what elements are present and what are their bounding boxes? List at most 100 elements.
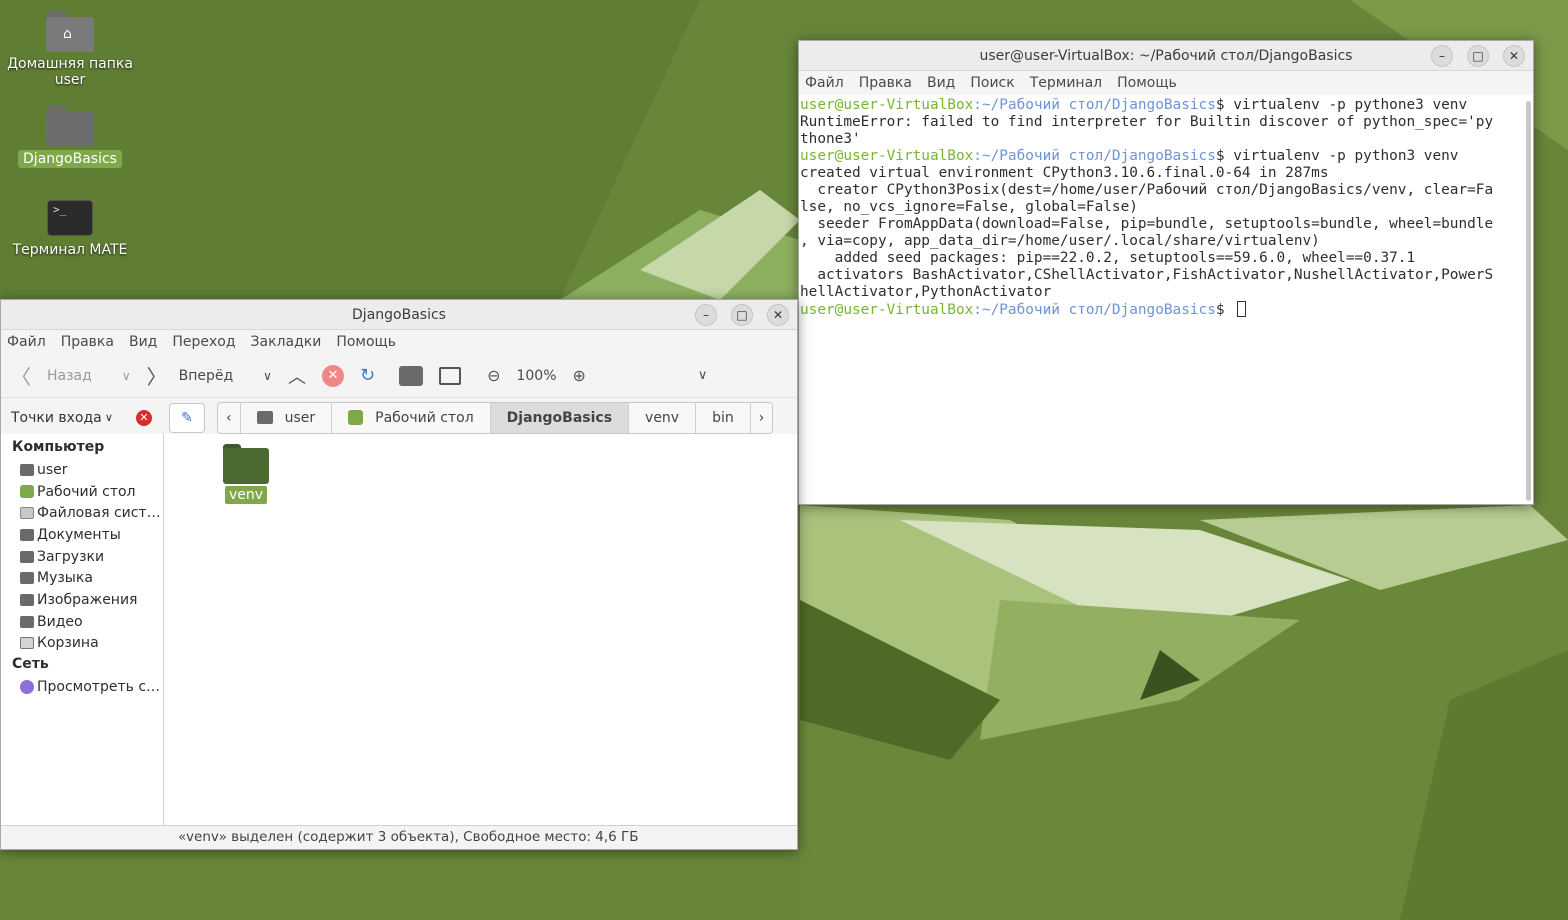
folder-icon <box>20 463 34 476</box>
breadcrumb-venv[interactable]: venv <box>629 402 697 433</box>
reload-button[interactable]: ↻ <box>360 365 375 386</box>
terminal-prompt-line: user@user-VirtualBox:~/Рабочий стол/Djan… <box>800 301 1521 319</box>
zoom-in-icon: ⊕ <box>572 366 586 385</box>
menu-edit[interactable]: Правка <box>61 334 114 350</box>
desktop-icon-home[interactable]: ⌂ Домашняя папка user <box>5 12 135 88</box>
breadcrumb-user[interactable]: user <box>241 402 333 433</box>
status-bar: «venv» выделен (содержит 3 объекта), Сво… <box>1 825 797 849</box>
terminal-output-line: creator CPython3Posix(dest=/home/user/Ра… <box>800 182 1494 198</box>
terminal-icon: >_ <box>47 200 93 236</box>
places-selector[interactable]: Точки входа ∨ ✕ <box>1 409 164 426</box>
terminal-prompt-line: user@user-VirtualBox:~/Рабочий стол/Djan… <box>800 97 1521 114</box>
folder-icon <box>20 528 34 541</box>
sidebar-item-label: Просмотреть с… <box>37 679 161 696</box>
breadcrumb-label: bin <box>712 409 734 426</box>
terminal-output-line: hellActivator,PythonActivator <box>800 284 1052 300</box>
prompt-user: user@user-VirtualBox <box>800 97 974 113</box>
forward-button[interactable]: 〉 Вперёд ∨ <box>147 361 272 390</box>
sidebar-item-label: user <box>37 461 68 478</box>
file-manager-main: Компьютер user Рабочий стол Файловая сис… <box>1 434 797 825</box>
menu-bookmarks[interactable]: Закладки <box>251 334 322 350</box>
prompt-path: :~/Рабочий стол/DjangoBasics <box>973 97 1216 113</box>
terminal-menubar: Файл Правка Вид Поиск Терминал Помощь <box>799 71 1533 95</box>
path-bar-row: Точки входа ∨ ✕ ✎ ‹ user Рабочий стол Dj… <box>1 398 797 438</box>
chevron-down-icon: ∨ <box>263 368 272 383</box>
chevron-up-icon: ︿ <box>287 366 306 388</box>
folder-icon <box>20 550 34 563</box>
sidebar: Компьютер user Рабочий стол Файловая сис… <box>1 434 164 825</box>
maximize-button[interactable]: □ <box>731 304 753 326</box>
computer-button[interactable] <box>439 366 462 385</box>
file-view[interactable]: venv <box>164 434 797 825</box>
zoom-in-button[interactable]: ⊕ <box>573 366 586 385</box>
breadcrumb-bin[interactable]: bin <box>696 402 751 433</box>
sidebar-heading-network: Сеть <box>12 656 49 673</box>
menu-terminal[interactable]: Терминал <box>1030 75 1102 91</box>
sidebar-item-label: Файловая сист… <box>37 505 161 522</box>
desktop-icon-terminal[interactable]: >_ Терминал MATE <box>5 200 135 258</box>
desktop-icon-label: Терминал MATE <box>12 242 128 258</box>
menu-view[interactable]: Вид <box>129 334 157 350</box>
file-manager-window: DjangoBasics – □ ✕ Файл Правка Вид Перех… <box>0 299 798 850</box>
sidebar-item-videos[interactable]: Видео <box>1 611 163 633</box>
minimize-button[interactable]: – <box>695 304 717 326</box>
zoom-out-button[interactable]: ⊖ <box>487 366 500 385</box>
terminal-output[interactable]: user@user-VirtualBox:~/Рабочий стол/Djan… <box>799 97 1521 504</box>
sidebar-item-label: Загрузки <box>37 548 105 565</box>
sidebar-item-music[interactable]: Музыка <box>1 567 163 589</box>
close-button[interactable]: ✕ <box>1503 45 1525 67</box>
up-button[interactable]: ︿ <box>288 363 306 389</box>
back-button[interactable]: 〈 Назад ∨ <box>11 361 131 390</box>
breadcrumb-label: user <box>284 409 316 426</box>
sidebar-item-downloads[interactable]: Загрузки <box>1 546 163 568</box>
terminal-output-line: RuntimeError: failed to find interpreter… <box>800 114 1494 130</box>
sidebar-item-trash[interactable]: Корзина <box>1 633 163 655</box>
terminal-window: user@user-VirtualBox: ~/Рабочий стол/Dja… <box>798 40 1534 505</box>
breadcrumb-scroll-right[interactable]: › <box>751 403 773 433</box>
breadcrumb-desktop[interactable]: Рабочий стол <box>332 402 491 433</box>
menu-help[interactable]: Помощь <box>336 334 396 350</box>
terminal-titlebar[interactable]: user@user-VirtualBox: ~/Рабочий стол/Dja… <box>799 41 1533 71</box>
menu-search[interactable]: Поиск <box>970 75 1014 91</box>
sidebar-item-browse-network[interactable]: Просмотреть с… <box>1 676 163 698</box>
breadcrumb-scroll-left[interactable]: ‹ <box>218 402 241 433</box>
chevron-down-icon: ∨ <box>697 368 708 383</box>
terminal-scrollbar[interactable] <box>1526 101 1531 501</box>
close-sidebar-button[interactable]: ✕ <box>135 409 152 426</box>
breadcrumb-label: DjangoBasics <box>506 409 613 426</box>
trash-icon <box>20 637 34 650</box>
home-button[interactable] <box>399 365 424 386</box>
terminal-output-line: added seed packages: pip==22.0.2, setupt… <box>800 250 1416 266</box>
sidebar-item-filesystem[interactable]: Файловая сист… <box>1 502 163 524</box>
file-item-venv[interactable]: venv <box>222 444 270 504</box>
sidebar-item-user[interactable]: user <box>1 459 163 481</box>
sidebar-item-pictures[interactable]: Изображения <box>1 589 163 611</box>
minimize-button[interactable]: – <box>1431 45 1453 67</box>
toolbar-overflow-button[interactable]: ∨ <box>698 368 708 383</box>
file-manager-titlebar[interactable]: DjangoBasics – □ ✕ <box>1 300 797 330</box>
places-label: Точки входа <box>11 409 102 426</box>
chevron-down-icon: ∨ <box>121 368 131 383</box>
close-button[interactable]: ✕ <box>767 304 789 326</box>
desktop-icon-djangobasics[interactable]: DjangoBasics <box>5 106 135 168</box>
home-folder-icon: ⌂ <box>46 12 94 52</box>
menu-go[interactable]: Переход <box>172 334 235 350</box>
menu-view[interactable]: Вид <box>927 75 955 91</box>
menu-file[interactable]: Файл <box>805 75 844 91</box>
prompt-path: :~/Рабочий стол/DjangoBasics <box>973 302 1216 318</box>
prompt-command: $ virtualenv -p python3 venv <box>1215 148 1459 164</box>
sidebar-item-documents[interactable]: Документы <box>1 524 163 546</box>
edit-location-button[interactable]: ✎ <box>169 402 205 433</box>
menu-edit[interactable]: Правка <box>859 75 912 91</box>
menu-help[interactable]: Помощь <box>1117 75 1177 91</box>
stop-button[interactable]: ✕ <box>321 364 344 387</box>
menu-file[interactable]: Файл <box>7 334 46 350</box>
window-title: user@user-VirtualBox: ~/Рабочий стол/Dja… <box>979 48 1353 64</box>
breadcrumb-label: Рабочий стол <box>375 409 474 426</box>
breadcrumb: ‹ user Рабочий стол DjangoBasics venv bi… <box>217 401 774 434</box>
prompt-user: user@user-VirtualBox <box>800 302 974 318</box>
sidebar-item-desktop[interactable]: Рабочий стол <box>1 481 163 503</box>
breadcrumb-djangobasics[interactable]: DjangoBasics <box>490 402 630 433</box>
maximize-button[interactable]: □ <box>1467 45 1489 67</box>
folder-icon <box>20 572 34 585</box>
